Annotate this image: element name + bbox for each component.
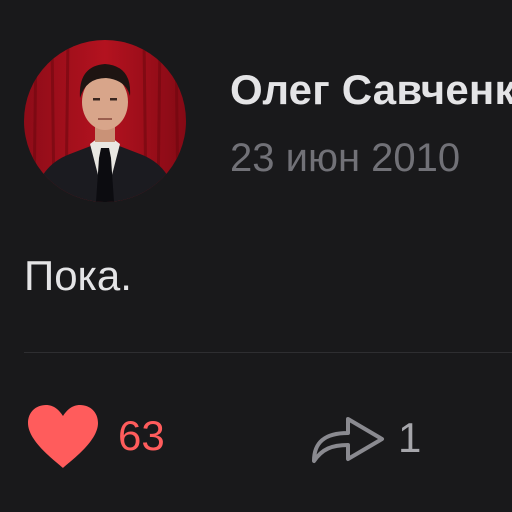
post-text: Пока. (24, 252, 132, 299)
divider (24, 352, 512, 353)
author-name[interactable]: Олег Савченко (230, 66, 512, 114)
share-count: 1 (398, 414, 422, 461)
like-count: 63 (118, 412, 165, 459)
author-avatar[interactable] (24, 40, 186, 202)
like-button[interactable]: 63 (24, 400, 165, 472)
share-button[interactable]: 1 (308, 408, 421, 468)
share-arrow-icon (308, 409, 390, 467)
heart-icon (24, 402, 102, 470)
post-date: 23 июн 2010 (230, 136, 461, 180)
avatar-photo (24, 40, 186, 202)
post-card: Олег Савченко 23 июн 2010 Пока. 63 1 (0, 0, 512, 512)
